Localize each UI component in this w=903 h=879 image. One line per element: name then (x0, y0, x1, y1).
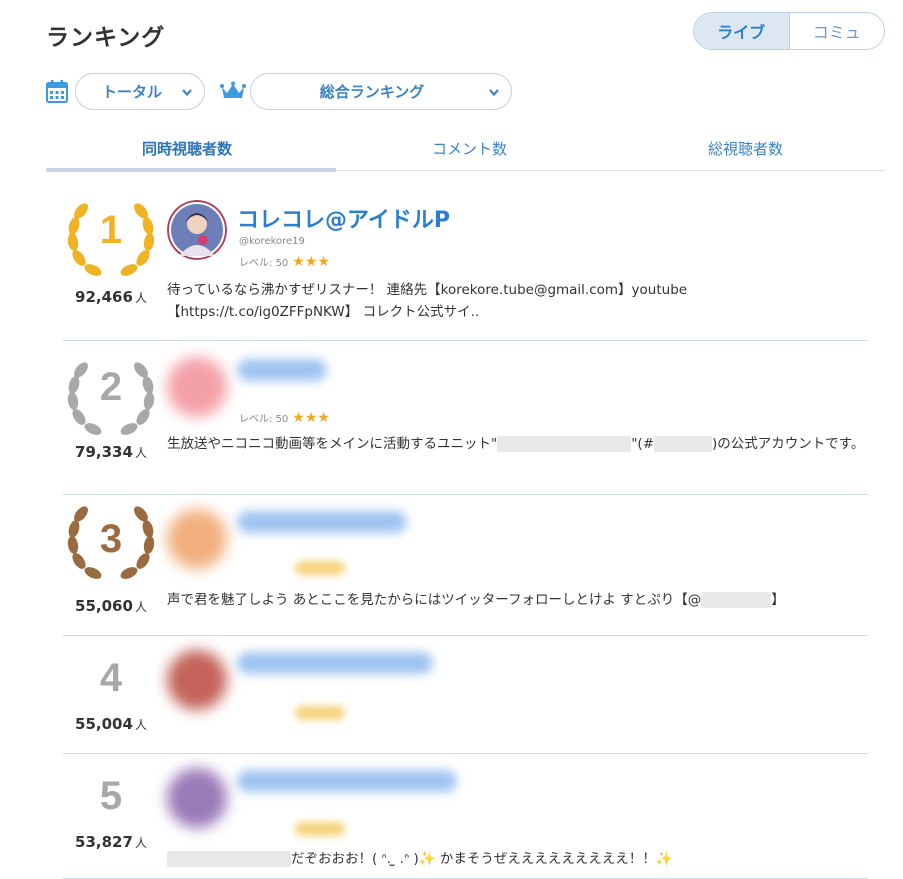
viewer-count: 92,466 人 (63, 288, 159, 306)
avatar[interactable] (167, 509, 227, 569)
viewer-count-value: 55,004 (75, 715, 133, 733)
viewer-count-unit: 人 (134, 718, 147, 732)
tab-concurrent-viewers[interactable]: 同時視聴者数 (142, 138, 232, 159)
period-dropdown[interactable]: トータル (75, 73, 205, 110)
viewer-count-value: 79,334 (75, 443, 133, 461)
broadcaster-level: レベル: 50 ★★★ (239, 254, 330, 270)
blurred-name (237, 511, 407, 533)
avatar[interactable] (167, 357, 227, 417)
ranking-tabs: 同時視聴者数 コメント数 総視聴者数 (46, 128, 885, 172)
viewer-count: 53,827 人 (63, 833, 159, 851)
page-title: ランキング (46, 25, 166, 51)
chevron-down-icon (489, 89, 499, 97)
viewer-count-value: 53,827 (75, 833, 133, 851)
live-toggle-button[interactable]: ライブ (694, 13, 790, 49)
viewer-count-unit: 人 (134, 446, 147, 460)
blurred-name (237, 652, 433, 674)
broadcaster-description: だぞおおお！( ᐢ. ̫ .ᐢ )✨ かまそうぜえええええええええ！！✨ (167, 848, 867, 870)
viewer-count-unit: 人 (134, 600, 147, 614)
broadcaster-description: 生放送やニコニコ動画等をメインに活動するユニット" "(# )の公式アカウントです。 (167, 433, 867, 455)
ranking-row-2[interactable]: 2 79,334 人 レベル: 50 ★★★ 生放送やニコニコ動画等をメインに活動す… (63, 341, 868, 495)
blurred-level (295, 561, 345, 575)
description-part: )の公式アカウントです。 (712, 436, 865, 452)
level-stars: ★★★ (292, 410, 330, 426)
description-part: 】 (771, 592, 785, 608)
level-label: レベル: (239, 414, 273, 425)
live-community-toggle: ライブ コミュ (693, 12, 885, 50)
viewer-count: 79,334 人 (63, 443, 159, 461)
sparkle-icon: ✨ (655, 851, 673, 867)
redacted-text (701, 592, 772, 608)
redacted-text (654, 436, 713, 452)
avatar[interactable] (167, 768, 227, 828)
level-stars: ★★★ (292, 254, 330, 270)
viewer-count-unit: 人 (134, 291, 147, 305)
avatar[interactable] (167, 200, 227, 260)
broadcaster-name[interactable]: コレコレ@アイドルP (237, 202, 450, 234)
rank-number: 3 (99, 517, 123, 561)
chevron-down-icon (182, 89, 192, 97)
broadcaster-description: 声で君を魅了しよう あとここを見たからにはツイッターフォローしとけよ すとぷり【… (167, 589, 867, 611)
period-dropdown-label: トータル (101, 83, 162, 101)
description-part: 生放送やニコニコ動画等をメインに活動するユニット" (167, 436, 498, 452)
category-dropdown-label: 総合ランキング (319, 83, 425, 101)
viewer-count: 55,004 人 (63, 715, 159, 733)
sparkle-icon: ✨ (418, 851, 436, 867)
crown-icon (220, 81, 246, 98)
level-value: 50 (275, 414, 289, 425)
tab-total-viewers[interactable]: 総視聴者数 (708, 138, 783, 159)
ranking-row-5[interactable]: 5 53,827 人 だぞおおお！( ᐢ. ̫ .ᐢ )✨ かまそうぜええええええ… (63, 754, 868, 879)
blurred-level (295, 822, 345, 836)
viewer-count-value: 55,060 (75, 597, 133, 615)
avatar[interactable] (167, 650, 227, 710)
description-part: かまそうぜえええええええええ！！ (439, 851, 656, 867)
rank-number: 5 (99, 774, 123, 818)
blurred-level (295, 706, 345, 720)
ranking-row-4[interactable]: 4 55,004 人 (63, 636, 868, 754)
calendar-icon (46, 80, 68, 103)
viewer-count-unit: 人 (134, 836, 147, 850)
blurred-name (237, 770, 457, 792)
rank-number: 1 (99, 208, 123, 252)
description-part: 声で君を魅了しよう あとここを見たからにはツイッターフォローしとけよ すとぷり【… (167, 592, 702, 608)
description-part: "(# (631, 436, 655, 452)
viewer-count: 55,060 人 (63, 597, 159, 615)
level-label: レベル: (239, 258, 273, 269)
broadcaster-level: レベル: 50 ★★★ (239, 410, 330, 426)
broadcaster-description: 待っているなら沸かすぜリスナー！ 連絡先【korekore.tube@gmail… (167, 282, 688, 320)
ranking-row-3[interactable]: 3 55,060 人 声で君を魅了しよう あとここを見たからにはツイッターフォロー… (63, 495, 868, 636)
viewer-count-value: 92,466 (75, 288, 133, 306)
tab-comments[interactable]: コメント数 (432, 138, 507, 159)
community-toggle-button[interactable]: コミュ (789, 13, 884, 49)
redacted-text (497, 436, 632, 452)
rank-number: 4 (99, 656, 123, 700)
redacted-text (167, 851, 291, 867)
ranking-row-1[interactable]: 1 92,466 人 コレコレ@アイドルP @korekore19 レベル: 50… (63, 188, 868, 341)
blurred-name (237, 359, 327, 381)
active-tab-indicator (46, 168, 336, 172)
category-dropdown[interactable]: 総合ランキング (250, 73, 512, 110)
level-value: 50 (275, 258, 289, 269)
broadcaster-handle: @korekore19 (239, 236, 305, 247)
rank-number: 2 (99, 365, 123, 409)
description-part: だぞおおお！( ᐢ. ̫ .ᐢ ) (291, 851, 419, 867)
